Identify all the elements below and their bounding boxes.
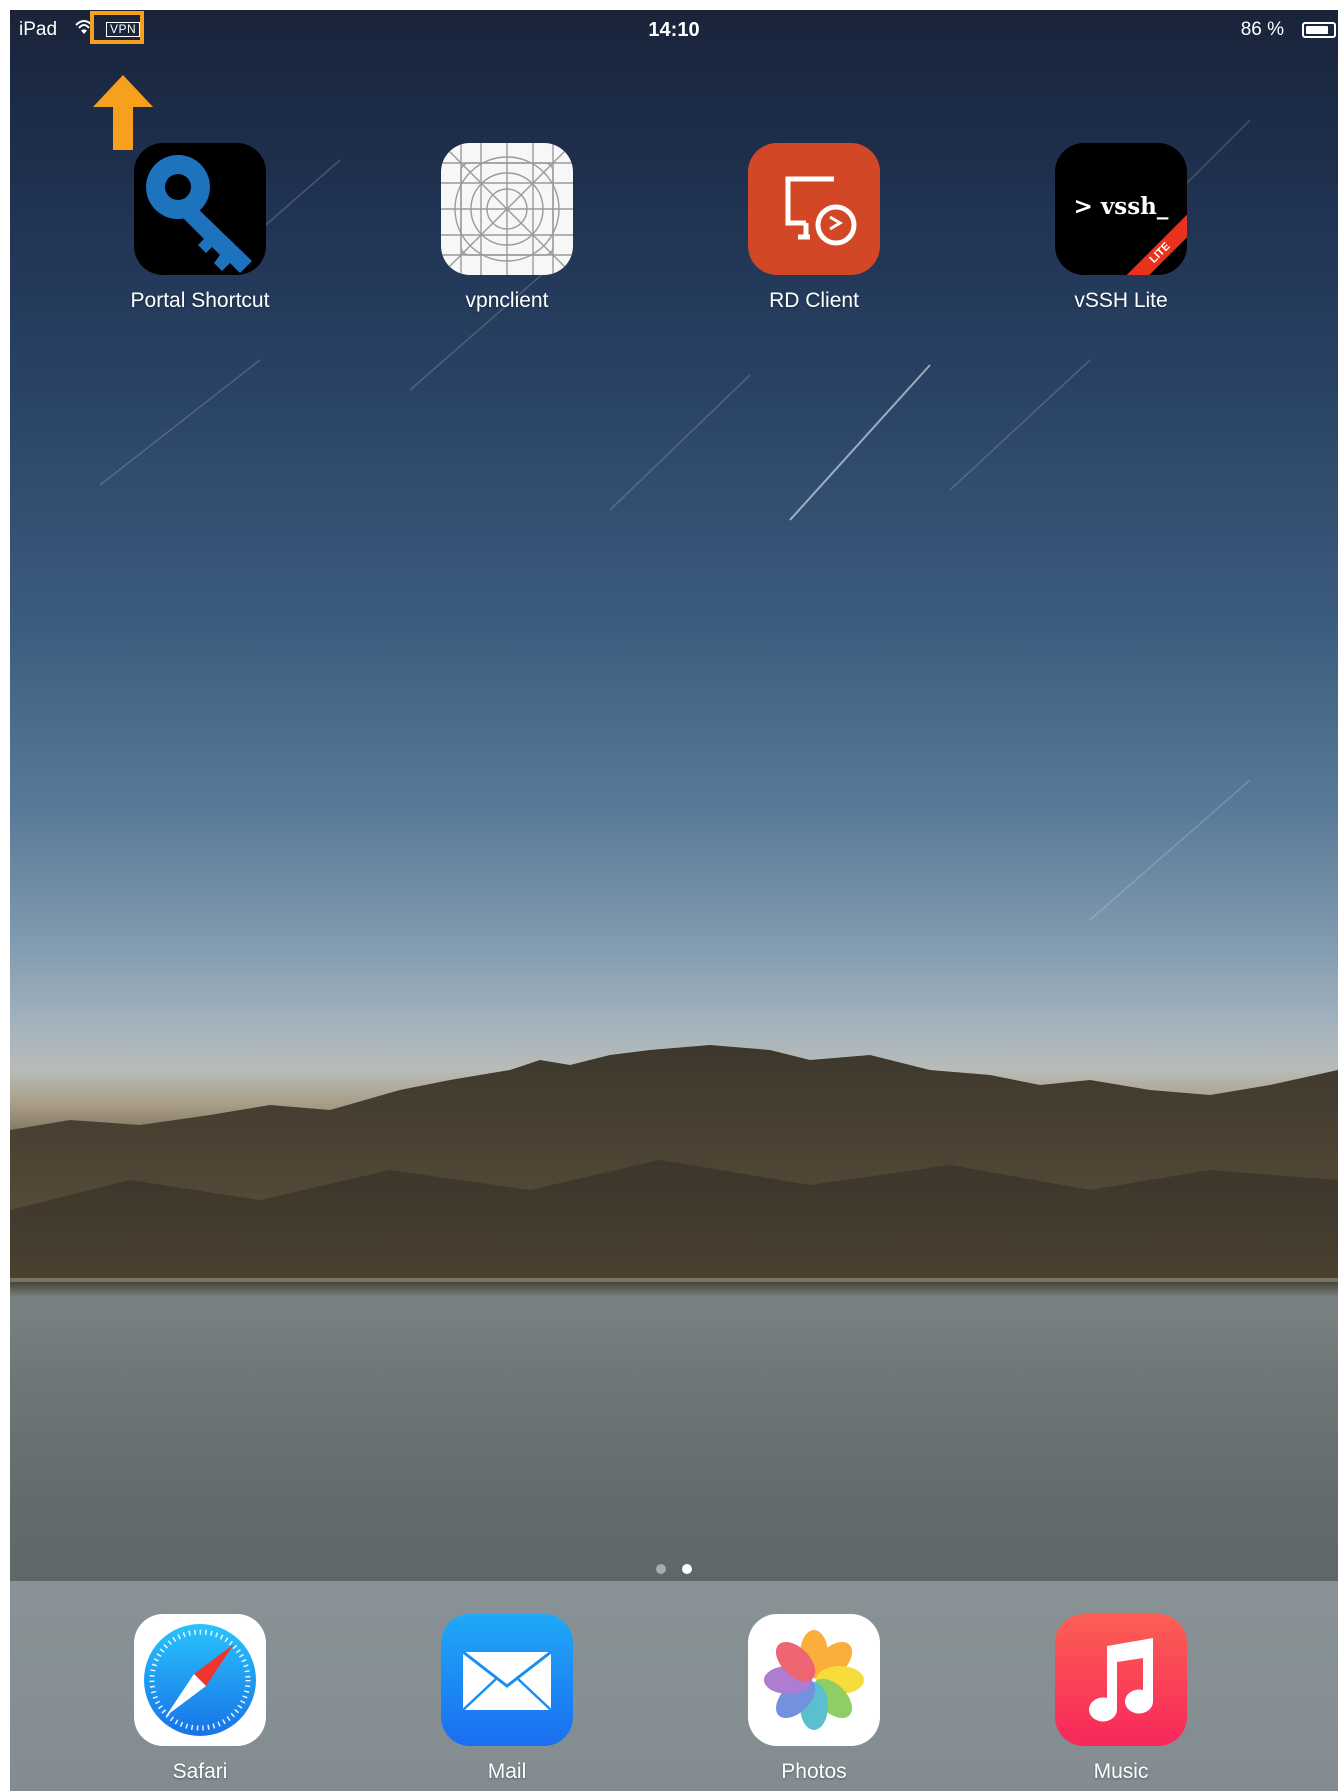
app-label: Safari bbox=[172, 1760, 228, 1783]
home-screen: iPad VPN 14:10 86 % Portal Shortcut vpnc… bbox=[10, 10, 1338, 1791]
placeholder-grid-icon bbox=[441, 143, 573, 275]
app-label: RD Client bbox=[769, 289, 859, 312]
app-label: Mail bbox=[487, 1760, 527, 1783]
flower-icon bbox=[748, 1614, 880, 1746]
app-label: Photos bbox=[781, 1760, 847, 1783]
app-rd-client[interactable]: RD Client bbox=[714, 143, 914, 313]
app-portal-shortcut[interactable]: Portal Shortcut bbox=[100, 143, 300, 313]
music-note-icon bbox=[1055, 1614, 1187, 1746]
remote-desktop-icon bbox=[748, 143, 880, 275]
arrow-up-icon bbox=[93, 75, 153, 150]
app-label: Portal Shortcut bbox=[130, 289, 270, 312]
terminal-icon: > vssh_ LITE bbox=[1055, 143, 1187, 275]
envelope-icon bbox=[441, 1614, 573, 1746]
key-icon bbox=[134, 143, 266, 275]
compass-icon bbox=[134, 1614, 266, 1746]
page-indicator[interactable] bbox=[10, 1561, 1338, 1579]
clock: 14:10 bbox=[648, 19, 700, 41]
status-bar: iPad VPN 14:10 86 % bbox=[10, 10, 1338, 46]
page-dot-active[interactable] bbox=[682, 1564, 693, 1574]
battery-percentage: 86 % bbox=[1240, 19, 1284, 40]
app-label: Music bbox=[1093, 1760, 1149, 1783]
app-vpnclient[interactable]: vpnclient bbox=[407, 143, 607, 313]
app-label: vSSH Lite bbox=[1074, 289, 1168, 312]
app-vssh-lite[interactable]: > vssh_ LITE vSSH Lite bbox=[1021, 143, 1221, 313]
terminal-prompt: > vssh_ bbox=[1073, 193, 1169, 220]
dock-app-music[interactable]: Music bbox=[1021, 1614, 1221, 1784]
dock-app-safari[interactable]: Safari bbox=[100, 1614, 300, 1784]
battery-icon bbox=[1302, 22, 1336, 38]
dock-app-photos[interactable]: Photos bbox=[714, 1614, 914, 1784]
app-label: vpnclient bbox=[465, 289, 549, 312]
dock-app-mail[interactable]: Mail bbox=[407, 1614, 607, 1784]
page-dot[interactable] bbox=[655, 1564, 666, 1574]
